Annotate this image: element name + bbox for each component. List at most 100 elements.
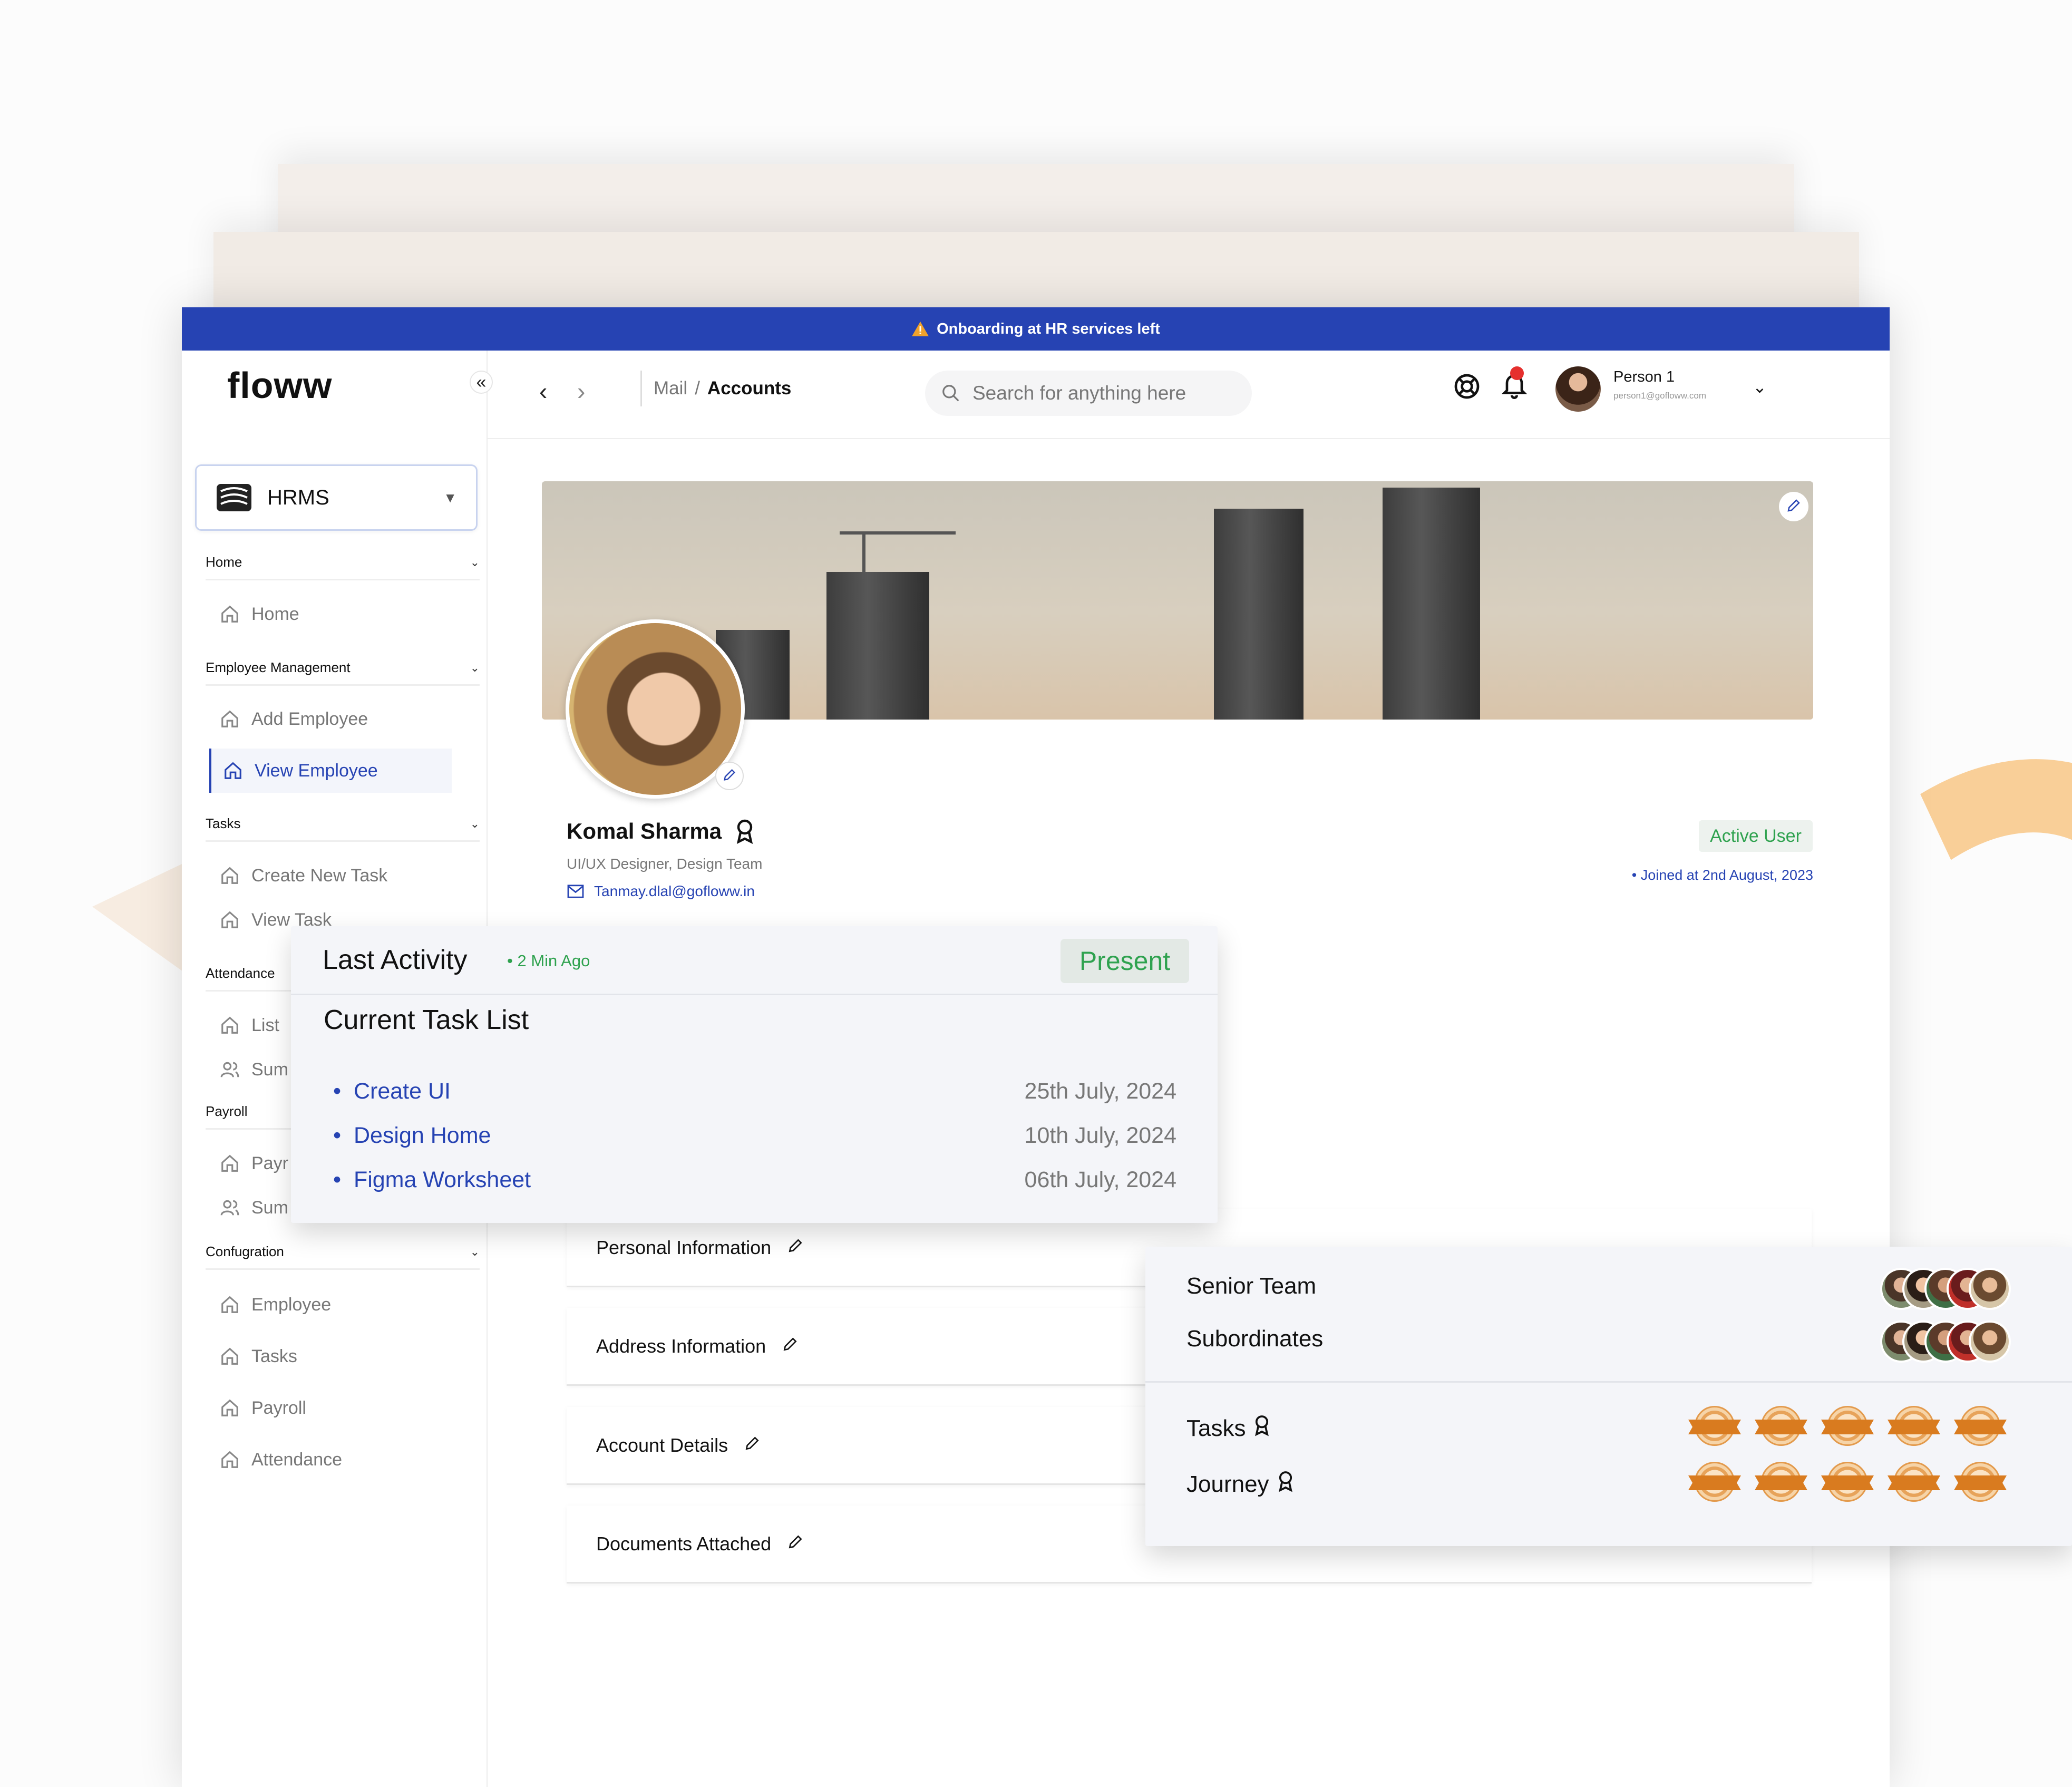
senior-team-avatars[interactable] <box>1880 1268 2011 1310</box>
badge-icon[interactable] <box>1688 1406 1741 1450</box>
badge-icon[interactable] <box>1755 1406 1807 1450</box>
breadcrumb: Mail / Accounts <box>654 378 791 399</box>
back-arrow-icon[interactable]: ‹ <box>539 377 547 405</box>
badge-icon[interactable] <box>1755 1462 1807 1506</box>
journey-row-label: Journey <box>1186 1470 1295 1498</box>
subordinates-avatars[interactable] <box>1880 1320 2011 1363</box>
task-name-text: Create UI <box>353 1078 451 1104</box>
user-name: Person 1 <box>1613 368 1675 385</box>
sidebar-item-config-tasks[interactable]: Tasks <box>220 1334 462 1378</box>
module-label: HRMS <box>267 485 329 509</box>
notification-badge <box>1510 366 1524 380</box>
crane-shape <box>862 531 865 579</box>
badge-icon[interactable] <box>1954 1406 2007 1450</box>
avatar[interactable] <box>1969 1320 2011 1363</box>
sidebar-item-label: View Employee <box>255 760 378 781</box>
home-icon <box>220 1153 240 1173</box>
badge-icon[interactable] <box>1688 1462 1741 1506</box>
divider <box>640 371 642 406</box>
crane-shape <box>840 531 956 535</box>
section-title: Attendance <box>206 965 275 981</box>
support-icon[interactable] <box>1452 372 1482 401</box>
forward-arrow-icon[interactable]: › <box>577 377 585 405</box>
badge-icon[interactable] <box>1888 1406 1940 1450</box>
edit-cover-button[interactable] <box>1779 492 1808 521</box>
home-icon <box>220 709 240 729</box>
avatar[interactable] <box>1969 1268 2011 1310</box>
task-item[interactable]: • Create UI 25th July, 2024 <box>333 1073 1176 1110</box>
sidebar-item-config-payroll[interactable]: Payroll <box>220 1386 462 1430</box>
pencil-icon[interactable] <box>782 1335 799 1357</box>
section-label: Documents Attached <box>596 1532 772 1555</box>
edit-photo-button[interactable] <box>715 762 744 790</box>
sidebar-item-view-employee[interactable]: View Employee <box>209 749 452 793</box>
sidebar-item-config-attendance[interactable]: Attendance <box>220 1438 462 1482</box>
activity-title: Last Activity <box>323 945 468 975</box>
badge-icon[interactable] <box>1821 1406 1874 1450</box>
sidebar-item-label: Home <box>251 604 299 624</box>
double-chevron-left-icon: « <box>476 372 487 392</box>
task-name: • Design Home <box>333 1122 491 1148</box>
onboarding-banner[interactable]: Onboarding at HR services left <box>182 307 1890 351</box>
section-home[interactable]: Home ⌄ <box>206 546 480 580</box>
section-tasks[interactable]: Tasks ⌄ <box>206 807 480 842</box>
profile-name: Komal Sharma <box>567 819 755 844</box>
mail-icon <box>567 884 585 899</box>
chevron-down-icon[interactable]: ⌄ <box>1753 377 1767 397</box>
pencil-icon[interactable] <box>787 1237 804 1259</box>
pencil-icon[interactable] <box>787 1533 804 1555</box>
pencil-icon[interactable] <box>744 1434 761 1456</box>
activity-time: • 2 Min Ago <box>507 951 590 970</box>
user-email: person1@gofloww.com <box>1613 391 1707 401</box>
sidebar-item-label: Attendance <box>251 1449 343 1470</box>
sidebar-item-create-new-task[interactable]: Create New Task <box>220 853 462 898</box>
section-label: Account Details <box>596 1434 728 1456</box>
caret-down-icon: ▼ <box>443 489 457 506</box>
award-icon <box>1277 1470 1295 1498</box>
sidebar-item-add-employee[interactable]: Add Employee <box>220 697 462 741</box>
users-icon <box>220 1060 240 1080</box>
breadcrumb-current: Accounts <box>707 378 792 399</box>
sidebar-item-label: Tasks <box>251 1346 297 1366</box>
badge-icon[interactable] <box>1954 1462 2007 1506</box>
task-name-text: Figma Worksheet <box>353 1167 531 1192</box>
section-configuration[interactable]: Confugration ⌄ <box>206 1235 480 1270</box>
chevron-down-icon: ⌄ <box>470 661 480 674</box>
award-icon <box>1253 1414 1271 1442</box>
last-activity-card: Last Activity • 2 Min Ago Present Curren… <box>291 926 1218 1223</box>
tasks-label: Tasks <box>1186 1415 1246 1441</box>
award-icon <box>734 819 755 844</box>
profile-email[interactable]: Tanmay.dlal@gofloww.in <box>567 883 755 900</box>
journey-label: Journey <box>1186 1471 1269 1497</box>
badge-icon[interactable] <box>1821 1462 1874 1506</box>
task-badges <box>1688 1406 2007 1450</box>
activity-time-text: 2 Min Ago <box>517 951 590 970</box>
sidebar-item-label: Payr <box>251 1153 288 1173</box>
topbar: ‹ › Mail / Accounts Search for anything … <box>488 351 1890 439</box>
task-item[interactable]: • Design Home 10th July, 2024 <box>333 1117 1176 1154</box>
sidebar-item-config-employee[interactable]: Employee <box>220 1283 462 1327</box>
profile-email-text: Tanmay.dlal@gofloww.in <box>594 883 755 899</box>
search-icon <box>941 383 961 403</box>
breadcrumb-parent[interactable]: Mail <box>654 378 687 399</box>
sidebar-item-home[interactable]: Home <box>220 592 462 636</box>
task-date: 10th July, 2024 <box>1024 1122 1176 1148</box>
task-name: • Figma Worksheet <box>333 1167 531 1192</box>
module-switcher[interactable]: HRMS ▼ <box>195 464 478 531</box>
search-placeholder: Search for anything here <box>972 382 1186 404</box>
profile-name-text: Komal Sharma <box>567 819 722 843</box>
presence-badge: Present <box>1061 939 1189 983</box>
task-item[interactable]: • Figma Worksheet 06th July, 2024 <box>333 1161 1176 1198</box>
logo[interactable]: floww <box>224 364 332 406</box>
sidebar-item-label: Create New Task <box>251 865 388 886</box>
avatar[interactable] <box>1555 366 1601 412</box>
badge-icon[interactable] <box>1888 1462 1940 1506</box>
section-title: Home <box>206 554 242 570</box>
chevron-down-icon: ⌄ <box>470 1245 480 1258</box>
building-shape <box>1383 488 1480 720</box>
building-shape <box>826 572 929 720</box>
section-title: Employee Management <box>206 659 351 675</box>
search-input[interactable]: Search for anything here <box>925 371 1252 416</box>
section-employee-management[interactable]: Employee Management ⌄ <box>206 651 480 686</box>
task-name-text: Design Home <box>353 1122 491 1148</box>
